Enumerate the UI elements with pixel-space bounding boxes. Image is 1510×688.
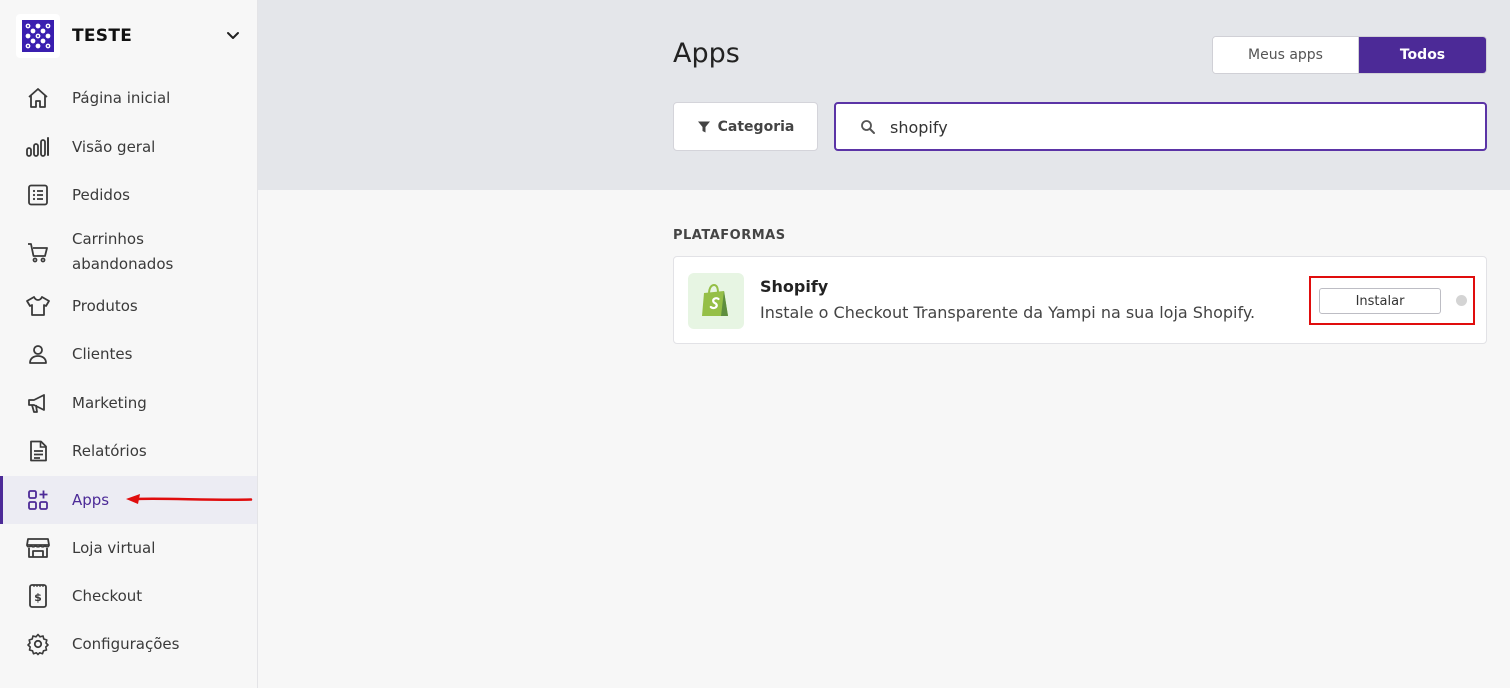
apps-icon bbox=[25, 487, 51, 513]
app-name: Shopify bbox=[760, 277, 829, 296]
sidebar-item-marketing[interactable]: Marketing bbox=[0, 379, 257, 427]
tab-my-apps[interactable]: Meus apps bbox=[1213, 37, 1359, 73]
sidebar-item-label: Pedidos bbox=[72, 185, 130, 204]
app-card: Shopify Instale o Checkout Transparente … bbox=[673, 256, 1487, 344]
svg-text:$: $ bbox=[34, 591, 42, 604]
sidebar-item-checkout[interactable]: $ Checkout bbox=[0, 572, 257, 620]
sidebar-item-reports[interactable]: Relatórios bbox=[0, 427, 257, 475]
sidebar-item-label: Configurações bbox=[72, 634, 180, 653]
category-filter-button[interactable]: Categoria bbox=[673, 102, 818, 151]
cart-icon bbox=[25, 239, 51, 265]
sidebar-item-home[interactable]: Página inicial bbox=[0, 74, 257, 122]
sidebar-item-orders[interactable]: Pedidos bbox=[0, 171, 257, 219]
home-icon bbox=[25, 85, 51, 111]
store-name: TESTE bbox=[72, 26, 133, 46]
shirt-icon bbox=[25, 293, 51, 319]
user-icon bbox=[25, 341, 51, 367]
install-button[interactable]: Instalar bbox=[1319, 288, 1441, 314]
status-dot bbox=[1456, 295, 1467, 306]
sidebar: TESTE Página inicial Visão geral Pedidos… bbox=[0, 0, 258, 688]
sidebar-item-label: Visão geral bbox=[72, 137, 156, 156]
store-selector[interactable]: TESTE bbox=[16, 14, 248, 58]
sidebar-item-label: Página inicial bbox=[72, 88, 171, 107]
bar-chart-icon bbox=[25, 134, 51, 160]
sidebar-item-overview[interactable]: Visão geral bbox=[0, 123, 257, 171]
search-box bbox=[834, 102, 1487, 151]
sidebar-item-label: Clientes bbox=[72, 344, 133, 363]
sidebar-item-settings[interactable]: Configurações bbox=[0, 620, 257, 668]
sidebar-item-label: Marketing bbox=[72, 393, 147, 412]
storefront-icon bbox=[25, 535, 51, 561]
sidebar-item-online-store[interactable]: Loja virtual bbox=[0, 524, 257, 572]
filter-icon bbox=[697, 121, 710, 132]
shopify-bag-icon bbox=[702, 283, 728, 316]
apps-filter-toggle: Meus apps Todos bbox=[1212, 36, 1487, 74]
page-title: Apps bbox=[673, 38, 740, 69]
tab-all-apps[interactable]: Todos bbox=[1359, 37, 1486, 73]
list-icon bbox=[25, 182, 51, 208]
sidebar-item-label: Relatórios bbox=[72, 441, 147, 460]
chevron-down-icon[interactable] bbox=[224, 26, 242, 48]
app-logo bbox=[688, 273, 744, 329]
sidebar-item-label: Carrinhos abandonados bbox=[72, 230, 174, 273]
sidebar-item-label: Produtos bbox=[72, 296, 138, 315]
app-description: Instale o Checkout Transparente da Yampi… bbox=[760, 303, 1256, 322]
category-filter-label: Categoria bbox=[717, 118, 795, 135]
sidebar-item-abandoned-carts[interactable]: Carrinhos abandonados bbox=[0, 217, 257, 287]
sidebar-item-label: Apps bbox=[72, 490, 110, 509]
report-icon bbox=[25, 438, 51, 464]
search-icon bbox=[860, 119, 876, 139]
store-logo bbox=[16, 14, 60, 58]
sidebar-item-customers[interactable]: Clientes bbox=[0, 330, 257, 378]
megaphone-icon bbox=[25, 390, 51, 416]
store-logo-pattern-icon bbox=[22, 20, 54, 52]
sidebar-item-label: Loja virtual bbox=[72, 538, 156, 557]
sidebar-item-label: Checkout bbox=[72, 586, 143, 605]
search-input[interactable] bbox=[890, 114, 1470, 140]
gear-icon bbox=[25, 631, 51, 657]
checkout-icon: $ bbox=[25, 583, 51, 609]
section-title: PLATAFORMAS bbox=[673, 228, 786, 243]
sidebar-item-products[interactable]: Produtos bbox=[0, 282, 257, 330]
header-band bbox=[258, 0, 1510, 190]
annotation-arrow-icon bbox=[126, 494, 253, 504]
